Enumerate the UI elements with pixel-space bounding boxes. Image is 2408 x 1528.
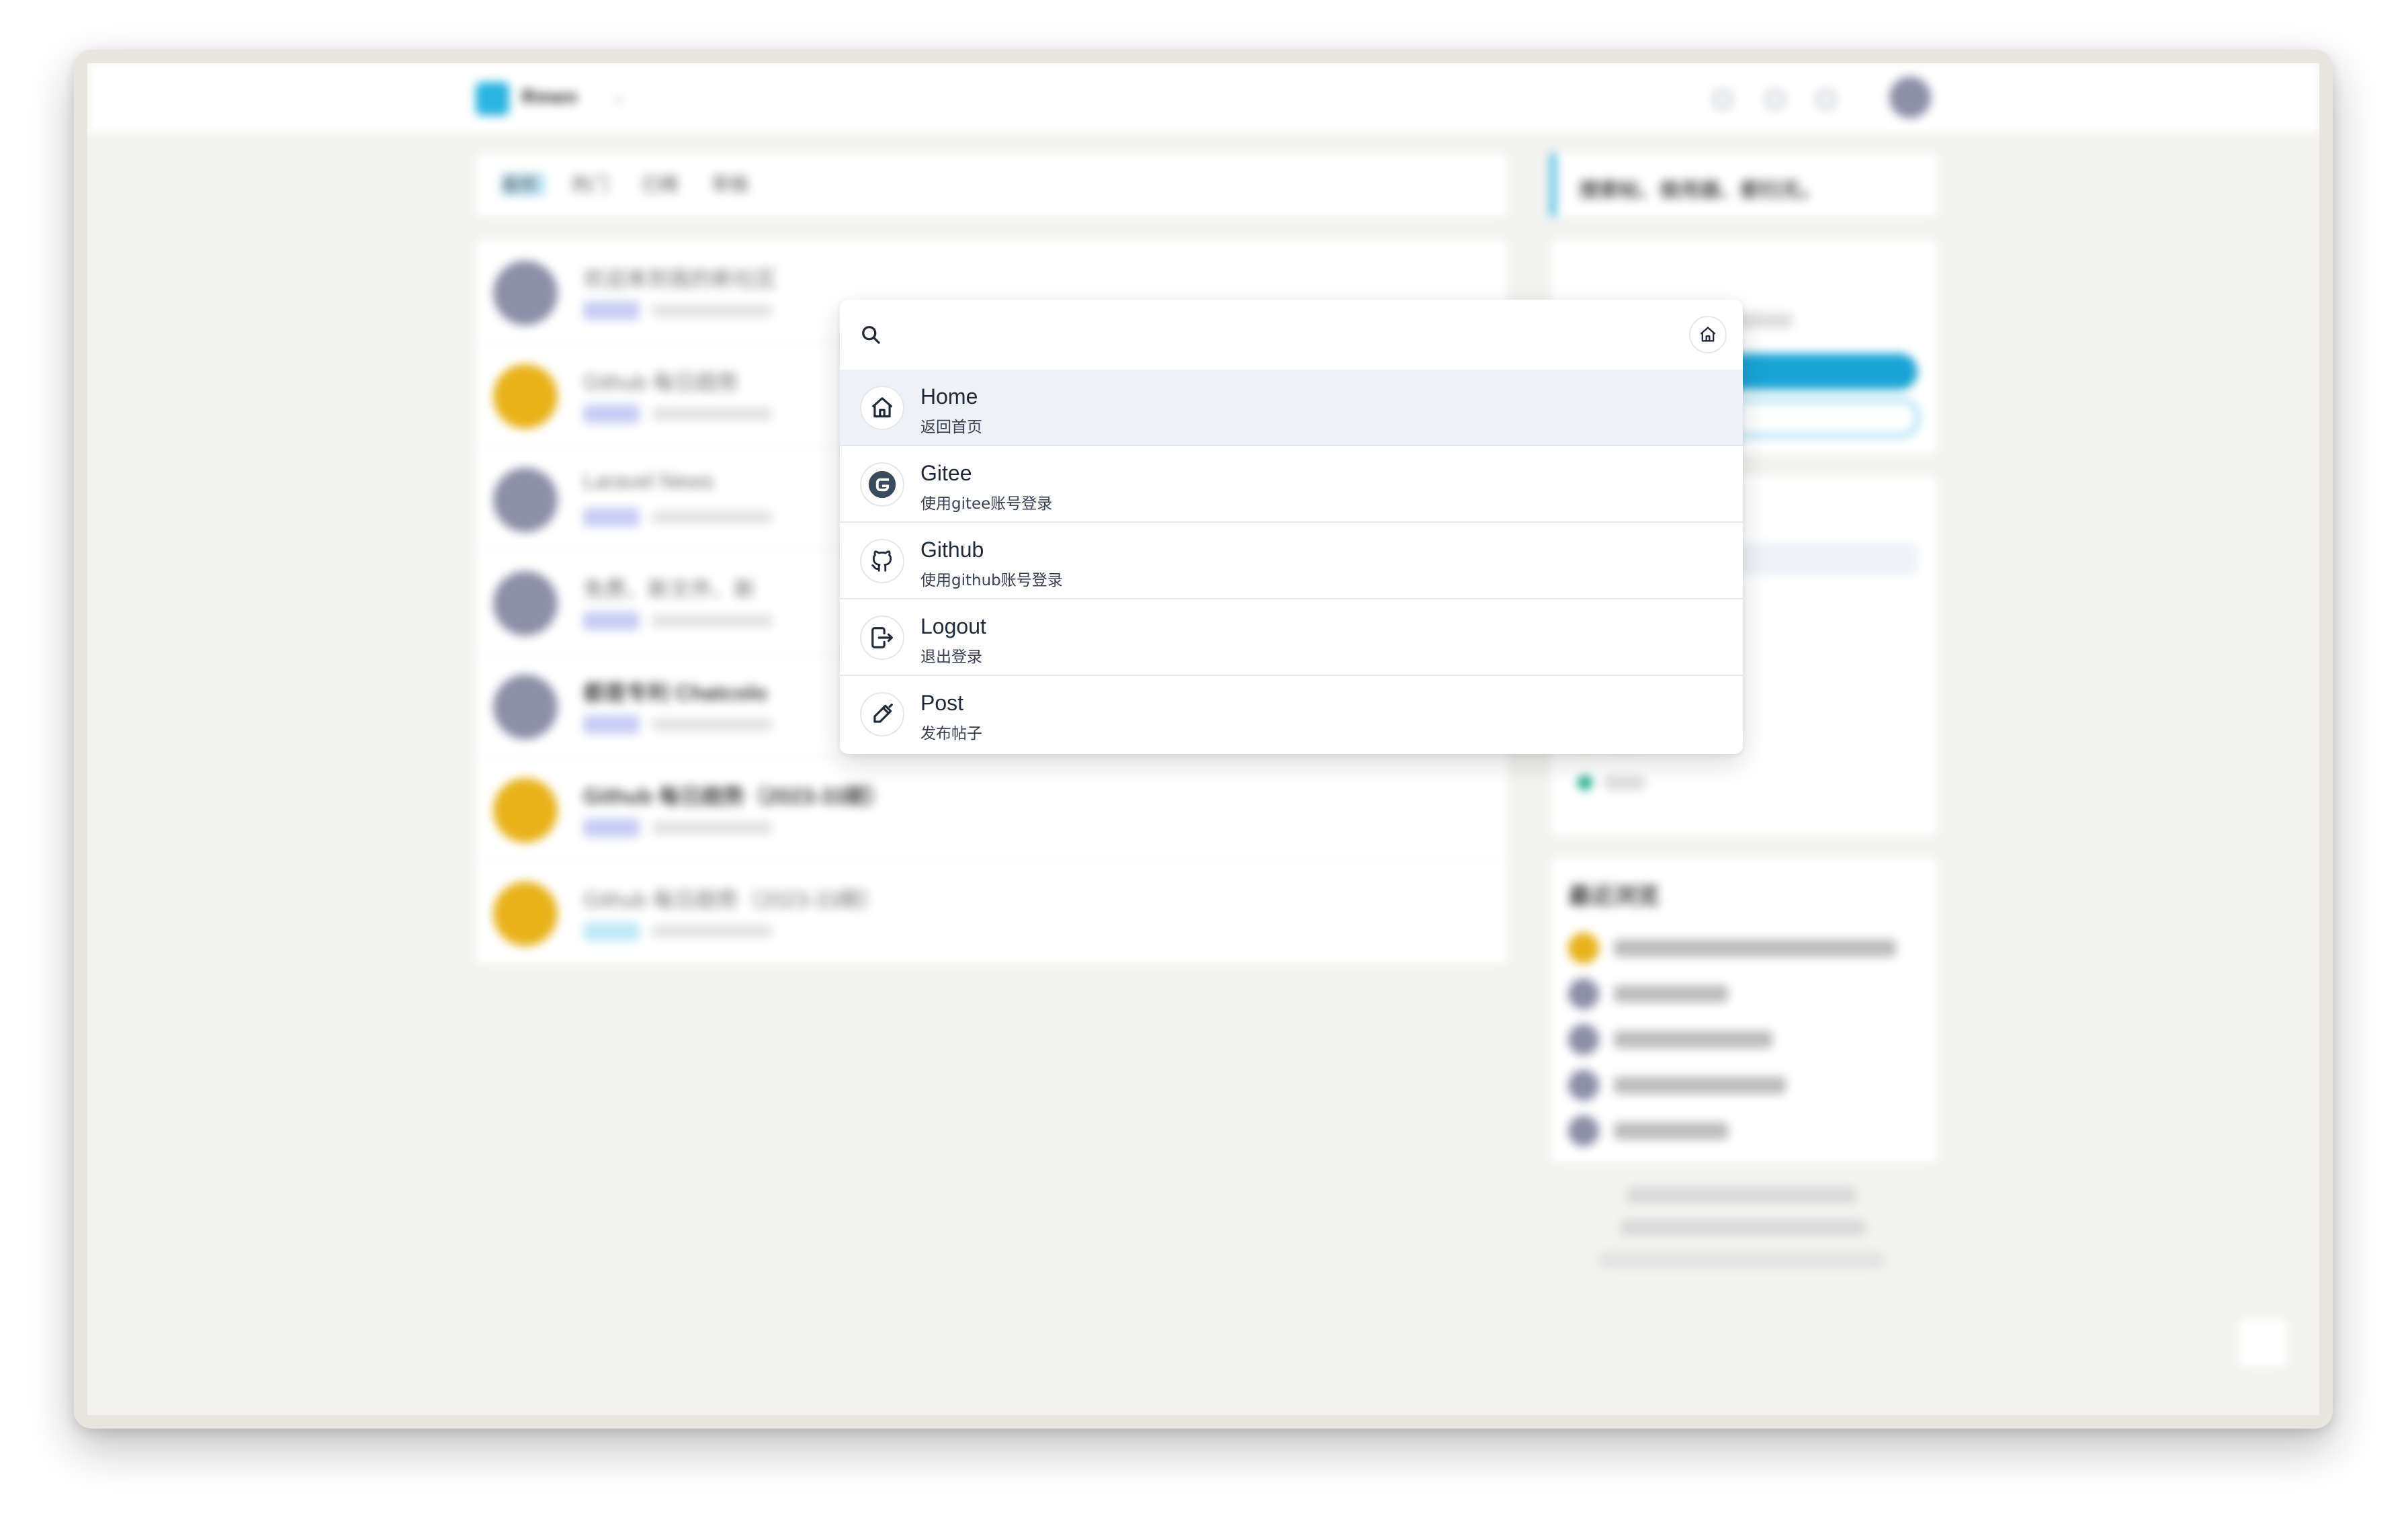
list-item[interactable]: Github 每日趋势（2023-33期） [476,860,1508,964]
tag-badge [583,611,640,630]
avatar [493,468,558,532]
category-dot [1578,775,1592,790]
home-icon[interactable] [1689,316,1727,353]
tab-featured[interactable]: 已精 [641,173,679,196]
avatar [1568,933,1599,964]
sidebar-search[interactable]: 搜索帖、做用器、都扫无。 [1551,153,1938,216]
avatar [493,778,558,843]
top-navbar: Rmen ⌄ [87,63,2319,133]
browser-window: Rmen ⌄ 最新 热门 已精 草稿 欢迎来到我的新社区 Github 每日趋势… [74,50,2333,1429]
recent-item[interactable] [1614,1122,1728,1140]
back-to-top-button[interactable] [2239,1318,2287,1367]
command-item-logout[interactable]: Logout 退出登录 [840,599,1743,676]
post-title[interactable]: 欢迎来到我的新社区 [583,262,777,293]
post-title[interactable]: Github 每日趋势（2023-33期） [583,779,888,810]
command-subtitle: 返回首页 [920,419,982,436]
logo[interactable] [476,82,509,116]
search-icon[interactable] [1713,90,1732,109]
tag-badge [583,818,640,837]
tab-hot[interactable]: 热门 [571,173,609,196]
tab-latest[interactable]: 最新 [501,173,546,196]
command-subtitle: 退出登录 [920,648,982,666]
tag-badge [583,508,640,527]
sidebar-recent-card: 最近浏览 [1551,857,1938,1162]
chevron-down-icon[interactable]: ⌄ [611,86,626,107]
avatar [493,261,558,325]
github-icon [860,539,904,583]
recent-item[interactable] [1614,1031,1772,1048]
command-subtitle: 发布帖子 [920,725,982,742]
post-title[interactable]: Github 每日趋势（2023-33期） [583,883,882,914]
avatar [1568,1024,1599,1055]
tag-badge [583,715,640,734]
command-title: Post [920,691,964,715]
avatar [1568,978,1599,1009]
post-title[interactable]: 都是专利 Chatcolo [583,676,767,707]
command-item-post[interactable]: Post 发布帖子 [840,676,1743,753]
recent-item[interactable] [1614,985,1728,1003]
command-item-github[interactable]: Github 使用github账号登录 [840,523,1743,599]
command-item-gitee[interactable]: Gitee 使用gitee账号登录 [840,446,1743,523]
avatar[interactable] [1889,77,1931,118]
trend-icon[interactable] [1766,90,1784,109]
avatar [493,675,558,739]
brand-name[interactable]: Rmen [521,86,577,109]
command-title: Home [920,384,978,409]
footer-social[interactable] [1621,1220,1865,1235]
avatar [1568,1115,1599,1146]
post-meta [652,407,773,421]
tag-badge [583,405,640,423]
tag-badge [583,922,640,941]
command-search-input[interactable] [896,313,1651,357]
post-meta [652,304,773,317]
post-meta [652,925,773,938]
avatar [493,571,558,636]
footer-links[interactable] [1627,1188,1856,1203]
tag-badge [583,301,640,320]
list-item[interactable]: Github 每日趋势（2023-33期） [476,757,1508,861]
footer-copyright [1599,1253,1884,1267]
command-title: Github [920,538,984,562]
home-icon [860,386,904,430]
post-meta [652,821,773,835]
command-subtitle: 使用github账号登录 [920,572,1063,589]
command-item-home[interactable]: Home 返回首页 [840,370,1743,446]
post-meta [652,614,773,628]
post-title[interactable]: Laravel News [583,469,714,494]
gitee-icon [860,462,904,507]
search-icon [859,323,883,347]
avatar [1568,1070,1599,1101]
sidebar-search-text: 搜索帖、做用器、都扫无。 [1579,179,1821,202]
command-list: Home 返回首页 Gitee 使用gitee账号登录 Github 使用git… [840,370,1743,753]
feed-tabs: 最新 热门 已精 草稿 [476,153,1508,216]
command-palette: Home 返回首页 Gitee 使用gitee账号登录 Github 使用git… [840,300,1743,754]
avatar [493,364,558,429]
command-subtitle: 使用gitee账号登录 [920,495,1053,513]
avatar [493,882,558,946]
post-meta [652,718,773,731]
category-item[interactable] [1604,775,1645,790]
post-title[interactable]: 免费、新文件、新 [583,572,755,603]
palette-search-bar [840,300,1743,371]
tab-drafts[interactable]: 草稿 [711,173,748,196]
logout-icon [860,616,904,660]
recent-item[interactable] [1614,1076,1786,1094]
command-title: Gitee [920,461,972,485]
pen-icon[interactable] [1817,90,1836,109]
post-meta [652,511,773,524]
recent-title: 最近浏览 [1568,884,1660,909]
recent-item[interactable] [1614,939,1896,957]
post-title[interactable]: Github 每日趋势 [583,366,738,396]
page-viewport: Rmen ⌄ 最新 热门 已精 草稿 欢迎来到我的新社区 Github 每日趋势… [87,63,2319,1415]
command-title: Logout [920,614,986,638]
pen-icon [860,692,904,736]
